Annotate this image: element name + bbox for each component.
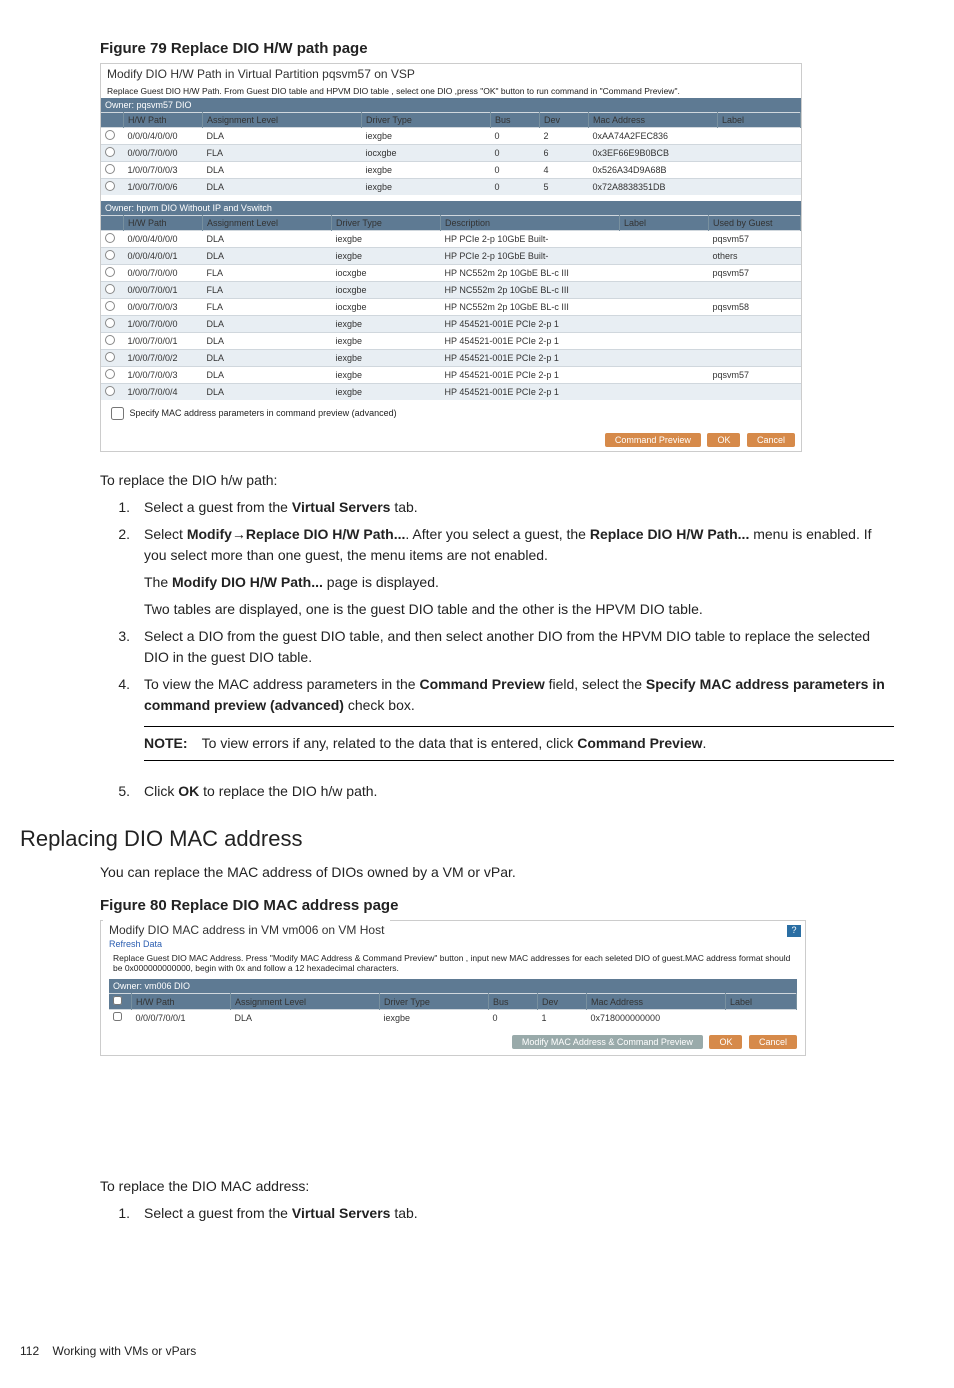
radio-icon[interactable] [105, 130, 115, 140]
radio-icon[interactable] [105, 181, 115, 191]
radio-icon[interactable] [105, 267, 115, 277]
figure-79-title: Figure 79 Replace DIO H/W path page [100, 40, 894, 57]
owner-bar-1: Owner: pqsvm57 DIO [101, 98, 801, 112]
radio-icon[interactable] [105, 250, 115, 260]
owner-bar-80: Owner: vm006 DIO [109, 979, 797, 993]
intro-text: To replace the DIO h/w path: [100, 470, 894, 491]
cancel-button[interactable]: Cancel [747, 433, 795, 447]
table-row[interactable]: 1/0/0/7/0/0/3DLAiexgbe040x526A34D9A68B [101, 162, 801, 179]
step-4: To view the MAC address parameters in th… [144, 674, 894, 775]
radio-icon[interactable] [105, 386, 115, 396]
dialog-title-79: Modify DIO H/W Path in Virtual Partition… [101, 64, 801, 84]
radio-icon[interactable] [105, 318, 115, 328]
radio-icon[interactable] [105, 369, 115, 379]
table-row[interactable]: 1/0/0/7/0/0/1DLAiexgbeHP 454521-001E PCI… [101, 333, 801, 350]
table-row[interactable]: 1/0/0/7/0/0/2DLAiexgbeHP 454521-001E PCI… [101, 350, 801, 367]
step-5: Click OK to replace the DIO h/w path. [144, 781, 894, 802]
modify-mac-preview-button[interactable]: Modify MAC Address & Command Preview [512, 1035, 703, 1049]
advanced-checkbox[interactable] [111, 407, 124, 420]
table-header-row: H/W Path Assignment Level Driver Type De… [101, 216, 801, 231]
section2-intro: You can replace the MAC address of DIOs … [100, 862, 894, 883]
table-header-row: H/W Path Assignment Level Driver Type Bu… [101, 113, 801, 128]
step-1: Select a guest from the Virtual Servers … [144, 497, 894, 518]
mac-dio-table: H/W Path Assignment Level Driver Type Bu… [109, 993, 797, 1025]
radio-icon[interactable] [105, 284, 115, 294]
table-row[interactable]: 0/0/0/4/0/0/1DLAiexgbeHP PCIe 2-p 10GbE … [101, 248, 801, 265]
dialog-title-80: Modify DIO MAC address in VM vm006 on VM… [103, 920, 390, 940]
dialog-instruction-80: Replace Guest DIO MAC Address. Press "Mo… [103, 951, 803, 975]
figure-79-screenshot: Modify DIO H/W Path in Virtual Partition… [100, 63, 802, 452]
table-row[interactable]: 0/0/0/7/0/0/0FLAiocxgbeHP NC552m 2p 10Gb… [101, 265, 801, 282]
table-row[interactable]: 0/0/0/4/0/0/0DLAiexgbe020xAA74A2FEC836 [101, 128, 801, 145]
advanced-checkbox-label: Specify MAC address parameters in comman… [130, 408, 397, 418]
table-row[interactable]: 1/0/0/7/0/0/4DLAiexgbeHP 454521-001E PCI… [101, 384, 801, 401]
table-row[interactable]: 1/0/0/7/0/0/3DLAiexgbeHP 454521-001E PCI… [101, 367, 801, 384]
table-row[interactable]: 0/0/0/7/0/0/1FLAiocxgbeHP NC552m 2p 10Gb… [101, 282, 801, 299]
step-3: Select a DIO from the guest DIO table, a… [144, 626, 894, 668]
row-checkbox[interactable] [113, 1012, 122, 1021]
select-all-checkbox[interactable] [113, 996, 122, 1005]
table-row[interactable]: 0/0/0/7/0/0/3FLAiocxgbeHP NC552m 2p 10Gb… [101, 299, 801, 316]
dialog-instruction-79: Replace Guest DIO H/W Path. From Guest D… [101, 84, 801, 98]
table-row[interactable]: 1/0/0/7/0/0/6DLAiexgbe050x72A8838351DB [101, 179, 801, 196]
table-header-row: H/W Path Assignment Level Driver Type Bu… [109, 994, 797, 1010]
step-2: Select Modify→Replace DIO H/W Path.... A… [144, 524, 894, 620]
note-box: NOTE: To view errors if any, related to … [144, 726, 894, 761]
guest-dio-table: H/W Path Assignment Level Driver Type Bu… [101, 112, 801, 195]
table-row[interactable]: 0/0/0/4/0/0/0DLAiexgbeHP PCIe 2-p 10GbE … [101, 231, 801, 248]
radio-icon[interactable] [105, 335, 115, 345]
chapter-title: Working with VMs or vPars [52, 1344, 196, 1358]
command-preview-button[interactable]: Command Preview [605, 433, 701, 447]
radio-icon[interactable] [105, 164, 115, 174]
radio-icon[interactable] [105, 301, 115, 311]
radio-icon[interactable] [105, 233, 115, 243]
help-icon[interactable]: ? [787, 925, 801, 937]
figure-80-title: Figure 80 Replace DIO MAC address page [100, 897, 894, 914]
advanced-checkbox-row[interactable]: Specify MAC address parameters in comman… [101, 400, 801, 427]
table-row[interactable]: 0/0/0/7/0/0/0FLAiocxgbe060x3EF66E9B0BCB [101, 145, 801, 162]
step-1b: Select a guest from the Virtual Servers … [144, 1203, 894, 1224]
table-row[interactable]: 1/0/0/7/0/0/0DLAiexgbeHP 454521-001E PCI… [101, 316, 801, 333]
ok-button[interactable]: OK [707, 433, 740, 447]
cancel-button[interactable]: Cancel [749, 1035, 797, 1049]
section-heading-replacing-mac: Replacing DIO MAC address [20, 826, 894, 852]
intro-text-2: To replace the DIO MAC address: [100, 1176, 894, 1197]
owner-bar-2: Owner: hpvm DIO Without IP and Vswitch [101, 201, 801, 215]
figure-80-screenshot: Modify DIO MAC address in VM vm006 on VM… [100, 920, 806, 1056]
ok-button[interactable]: OK [709, 1035, 742, 1049]
table-row[interactable]: 0/0/0/7/0/0/1DLAiexgbe010x718000000000 [109, 1010, 797, 1026]
page-number: 112 [20, 1344, 39, 1358]
radio-icon[interactable] [105, 147, 115, 157]
page-footer: 112 Working with VMs or vPars [20, 1344, 894, 1358]
hpvm-dio-table: H/W Path Assignment Level Driver Type De… [101, 215, 801, 400]
radio-icon[interactable] [105, 352, 115, 362]
